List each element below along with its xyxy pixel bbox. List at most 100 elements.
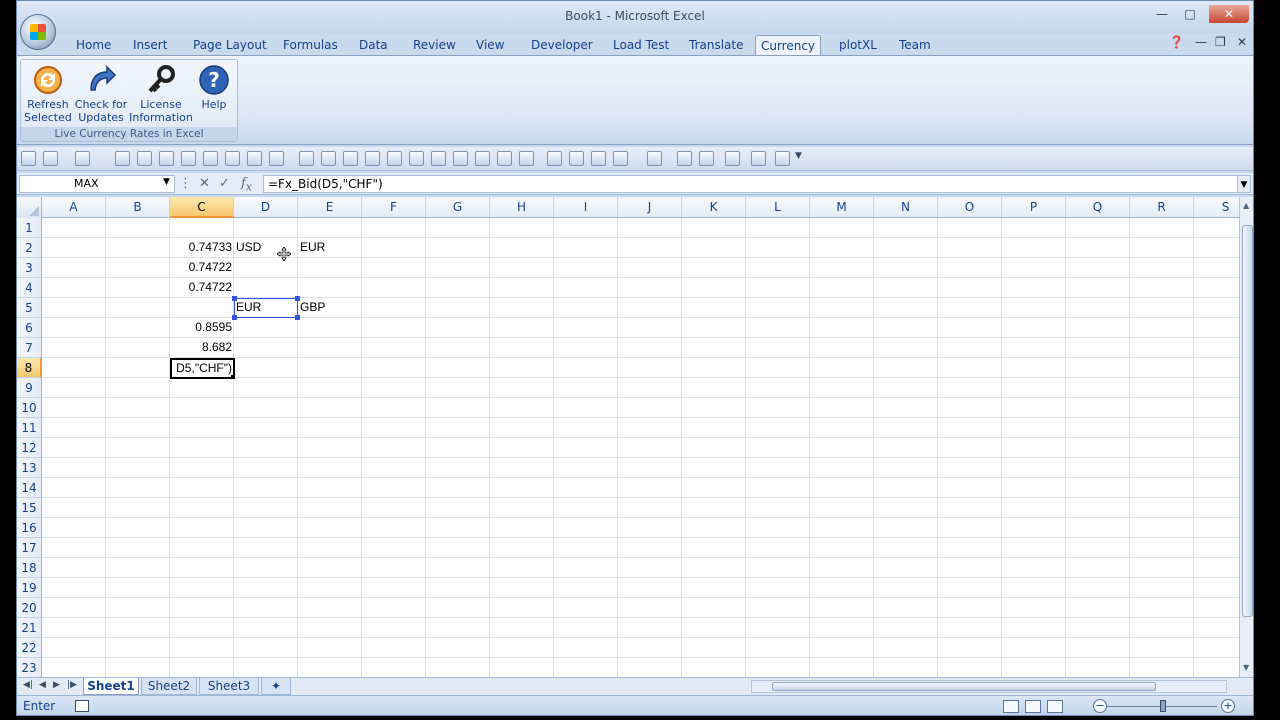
column-header-q[interactable]: Q: [1066, 197, 1130, 218]
row-header-6[interactable]: 6: [17, 318, 42, 338]
row-header-9[interactable]: 9: [17, 378, 42, 398]
reference-handle[interactable]: [295, 315, 300, 320]
cancel-entry-icon[interactable]: ✕: [199, 176, 210, 191]
scroll-up-arrow-icon[interactable]: ▲: [1243, 201, 1249, 210]
column-header-s[interactable]: S: [1194, 197, 1239, 218]
zoom-in-button[interactable]: +: [1221, 699, 1235, 713]
row-header-14[interactable]: 14: [17, 478, 42, 498]
minimize-button[interactable]: —: [1149, 5, 1175, 23]
row-header-21[interactable]: 21: [17, 618, 42, 638]
refresh-selected-button[interactable]: Refresh Selected: [23, 62, 73, 128]
toolbar-tool-icon[interactable]: [569, 151, 584, 166]
expand-formula-bar-icon[interactable]: ▼: [1237, 175, 1251, 193]
row-header-10[interactable]: 10: [17, 398, 42, 418]
toolbar-tool-icon[interactable]: [453, 151, 468, 166]
horizontal-scrollbar[interactable]: [751, 680, 1227, 693]
maximize-button[interactable]: □: [1177, 5, 1203, 23]
office-button[interactable]: [20, 14, 56, 50]
name-box[interactable]: MAX: [19, 175, 175, 193]
toolbar-tool-icon[interactable]: [365, 151, 380, 166]
column-header-p[interactable]: P: [1002, 197, 1066, 218]
reference-handle[interactable]: [232, 296, 237, 301]
toolbar-tool-icon[interactable]: [547, 151, 562, 166]
license-information-button[interactable]: License Information: [129, 62, 193, 128]
tab-page-layout[interactable]: Page Layout: [189, 35, 271, 55]
tab-formulas[interactable]: Formulas: [279, 35, 342, 55]
customize-toolbar-dropdown[interactable]: ▼: [795, 151, 802, 161]
cell-e5[interactable]: GBP: [298, 298, 362, 317]
column-header-a[interactable]: A: [42, 197, 106, 218]
redo-icon[interactable]: [75, 151, 90, 166]
help-button[interactable]: ? Help: [193, 62, 235, 128]
toolbar-tool-icon[interactable]: [431, 151, 446, 166]
toolbar-tool-icon[interactable]: [387, 151, 402, 166]
zoom-out-button[interactable]: −: [1093, 699, 1107, 713]
row-header-13[interactable]: 13: [17, 458, 42, 478]
first-sheet-nav-icon[interactable]: ◀|: [23, 680, 33, 690]
toolbar-tool-icon[interactable]: [225, 151, 240, 166]
column-header-b[interactable]: B: [106, 197, 170, 218]
save-icon[interactable]: [21, 151, 36, 166]
tab-plotxl[interactable]: plotXL: [835, 35, 881, 55]
row-header-20[interactable]: 20: [17, 598, 42, 618]
cell-c6[interactable]: 0.8595: [170, 318, 234, 337]
tab-currency[interactable]: Currency: [755, 35, 821, 55]
toolbar-tool-icon[interactable]: [677, 151, 692, 166]
column-header-o[interactable]: O: [938, 197, 1002, 218]
cell-c2[interactable]: 0.74733: [170, 238, 234, 257]
prev-sheet-nav-icon[interactable]: ◀: [39, 680, 46, 690]
toolbar-tool-icon[interactable]: [591, 151, 606, 166]
toolbar-tool-icon[interactable]: [497, 151, 512, 166]
row-header-18[interactable]: 18: [17, 558, 42, 578]
toolbar-tool-icon[interactable]: [247, 151, 262, 166]
next-sheet-nav-icon[interactable]: ▶: [53, 680, 60, 690]
tab-review[interactable]: Review: [409, 35, 460, 55]
tab-team[interactable]: Team: [895, 35, 935, 55]
column-header-g[interactable]: G: [426, 197, 490, 218]
cell-e2[interactable]: EUR: [298, 238, 362, 257]
formula-input[interactable]: =Fx_Bid(D5,"CHF"): [263, 175, 1239, 193]
insert-sheet-icon[interactable]: ✦: [261, 678, 291, 695]
row-header-7[interactable]: 7: [17, 338, 42, 358]
column-header-l[interactable]: L: [746, 197, 810, 218]
toolbar-tool-icon[interactable]: [299, 151, 314, 166]
active-cell-editor[interactable]: D5,"CHF"): [170, 358, 235, 379]
tab-home[interactable]: Home: [72, 35, 115, 55]
column-header-c[interactable]: C: [170, 197, 234, 218]
row-header-16[interactable]: 16: [17, 518, 42, 538]
row-header-22[interactable]: 22: [17, 638, 42, 658]
row-header-12[interactable]: 12: [17, 438, 42, 458]
row-header-19[interactable]: 19: [17, 578, 42, 598]
row-header-1[interactable]: 1: [17, 218, 42, 238]
toolbar-tool-icon[interactable]: [775, 151, 790, 166]
last-sheet-nav-icon[interactable]: |▶: [67, 680, 77, 690]
column-header-j[interactable]: J: [618, 197, 682, 218]
insert-function-icon[interactable]: fx: [241, 176, 252, 194]
tab-developer[interactable]: Developer: [527, 35, 597, 55]
toolbar-tool-icon[interactable]: [699, 151, 714, 166]
horizontal-scroll-thumb[interactable]: [772, 682, 1156, 691]
toolbar-tool-icon[interactable]: [137, 151, 152, 166]
row-header-8[interactable]: 8: [17, 358, 42, 378]
macro-record-icon[interactable]: [75, 700, 89, 712]
cell-c7[interactable]: 8.682: [170, 338, 234, 357]
reference-handle[interactable]: [232, 315, 237, 320]
toolbar-tool-icon[interactable]: [269, 151, 284, 166]
tab-insert[interactable]: Insert: [129, 35, 171, 55]
tab-load-test[interactable]: Load Test: [609, 35, 673, 55]
ribbon-help-icon[interactable]: ❓: [1169, 35, 1184, 49]
cell-c3[interactable]: 0.74722: [170, 258, 234, 277]
column-header-e[interactable]: E: [298, 197, 362, 218]
toolbar-tool-icon[interactable]: [159, 151, 174, 166]
scroll-down-arrow-icon[interactable]: ▼: [1243, 663, 1249, 672]
toolbar-tool-icon[interactable]: [409, 151, 424, 166]
toolbar-tool-icon[interactable]: [343, 151, 358, 166]
tab-view[interactable]: View: [472, 35, 508, 55]
toolbar-tool-icon[interactable]: [321, 151, 336, 166]
workbook-minimize-button[interactable]: —: [1195, 35, 1207, 49]
select-all-corner[interactable]: [17, 197, 42, 218]
sheet-tab-sheet1[interactable]: Sheet1: [83, 678, 139, 695]
row-header-11[interactable]: 11: [17, 418, 42, 438]
zoom-slider-thumb[interactable]: [1160, 700, 1166, 712]
toolbar-tool-icon[interactable]: [725, 151, 740, 166]
